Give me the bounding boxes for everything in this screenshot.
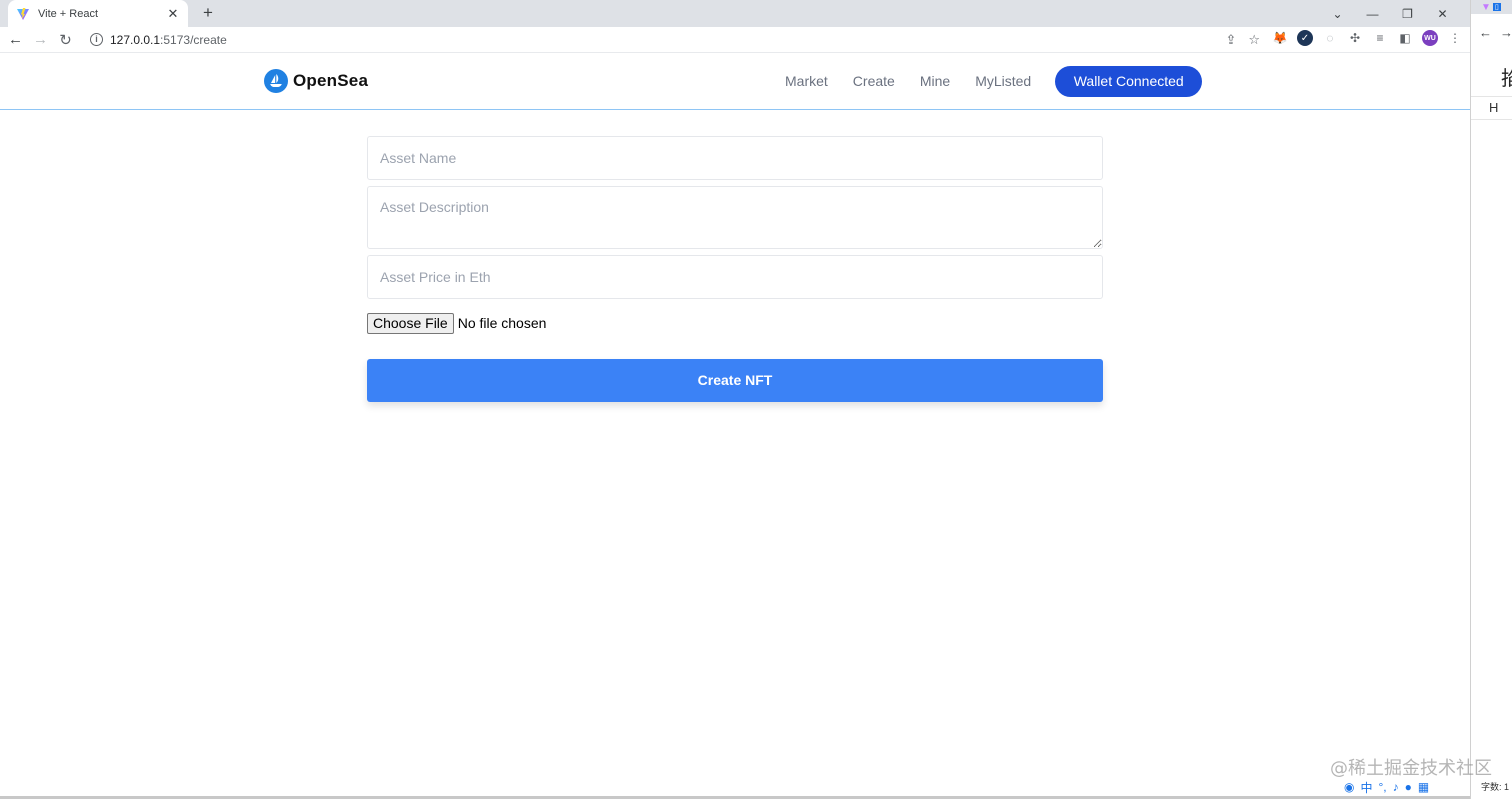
back-icon[interactable]: ← (3, 31, 28, 48)
nav-link-create[interactable]: Create (853, 66, 895, 97)
url-text: 127.0.0.1:5173/create (110, 33, 227, 47)
nav-links: Market Create Mine MyListed Wallet Conne… (785, 66, 1203, 97)
cat-extension-icon[interactable]: ◌ (1322, 30, 1338, 46)
close-window-icon[interactable]: ✕ (1425, 7, 1460, 21)
wallet-connected-button[interactable]: Wallet Connected (1055, 66, 1203, 97)
secondary-toolbar: ← → (1471, 14, 1512, 50)
profile-avatar[interactable]: WU (1422, 30, 1438, 46)
nav-link-mylisted[interactable]: MyListed (975, 66, 1031, 97)
metamask-icon[interactable]: 🦊 (1272, 30, 1288, 46)
address-bar[interactable]: i 127.0.0.1:5173/create ⇪ ☆ (80, 28, 1275, 51)
asset-price-input[interactable] (367, 255, 1103, 299)
omnibox-actions: ⇪ ☆ (1225, 32, 1260, 48)
secondary-vite-icon[interactable]: ▼ (1481, 2, 1491, 13)
tab-close-icon[interactable]: ✕ (166, 6, 180, 22)
file-upload-row: Choose File No file chosen (367, 312, 1103, 334)
secondary-forward-icon[interactable]: → (1500, 25, 1512, 40)
nav-link-market[interactable]: Market (785, 66, 828, 97)
extensions-area: 🦊 ✓ ◌ ✣ ≡ ◧ WU ⋮ (1272, 30, 1463, 46)
brand[interactable]: OpenSea (264, 69, 368, 93)
grid-icon[interactable]: ▦ (1418, 780, 1429, 794)
share-icon[interactable]: ⇪ (1225, 32, 1236, 48)
minimize-icon[interactable]: — (1355, 7, 1390, 21)
tab-search-icon[interactable]: ⌄ (1320, 7, 1355, 21)
reading-list-icon[interactable]: ≡ (1372, 30, 1388, 46)
user-icon[interactable]: ● (1405, 780, 1412, 794)
url-host: 127.0.0.1 (110, 32, 161, 47)
system-tray: ◉ 中 °, ♪ ● ▦ (1340, 777, 1434, 797)
window-controls: ⌄ — ❐ ✕ (1320, 0, 1460, 27)
microphone-icon[interactable]: ♪ (1393, 780, 1399, 794)
app-navbar: OpenSea Market Create Mine MyListed Wall… (0, 54, 1470, 110)
forward-icon[interactable]: → (28, 31, 53, 48)
side-panel-icon[interactable]: ◧ (1397, 30, 1413, 46)
site-info-icon[interactable]: i (90, 33, 103, 46)
create-nft-form: Choose File No file chosen Create NFT (367, 136, 1103, 402)
secondary-window: ▼ ▯ ← → 掐 H 字数: 1 (1470, 0, 1512, 799)
heading-toolbar-button[interactable]: H (1471, 96, 1512, 120)
reload-icon[interactable]: ↻ (53, 31, 78, 49)
file-status-text: No file chosen (457, 315, 547, 331)
vite-favicon-icon (16, 7, 30, 21)
browser-tab-strip: Vite + React ✕ + ⌄ — ❐ ✕ (0, 0, 1470, 27)
choose-file-button[interactable]: Choose File (367, 312, 454, 334)
tab-title: Vite + React (38, 7, 99, 20)
new-tab-button[interactable]: + (198, 3, 218, 23)
verified-extension-icon[interactable]: ✓ (1297, 30, 1313, 46)
url-path: :5173/create (160, 32, 227, 47)
secondary-badge-icon[interactable]: ▯ (1492, 3, 1501, 11)
secondary-page: 掐 H 字数: 1 (1471, 50, 1512, 799)
puzzle-extensions-icon[interactable]: ✣ (1347, 30, 1363, 46)
create-nft-button[interactable]: Create NFT (367, 359, 1103, 402)
asset-description-textarea[interactable] (367, 186, 1103, 249)
opensea-logo-icon (264, 69, 288, 93)
secondary-back-icon[interactable]: ← (1479, 25, 1492, 40)
menu-kebab-icon[interactable]: ⋮ (1447, 30, 1463, 46)
secondary-tab-strip: ▼ ▯ (1471, 0, 1512, 14)
word-count: 字数: 1 (1481, 782, 1510, 792)
chinese-input-icon[interactable]: 中 (1360, 779, 1372, 796)
ime-icon[interactable]: ◉ (1344, 780, 1354, 794)
asset-name-input[interactable] (367, 136, 1103, 180)
browser-toolbar: ← → ↻ i 127.0.0.1:5173/create ⇪ ☆ 🦊 ✓ ◌ … (0, 27, 1470, 53)
restore-icon[interactable]: ❐ (1390, 7, 1425, 21)
punctuation-icon[interactable]: °, (1379, 780, 1387, 794)
brand-name: OpenSea (293, 71, 369, 90)
bookmark-star-icon[interactable]: ☆ (1248, 32, 1260, 48)
secondary-page-heading: 掐 (1501, 68, 1512, 90)
nav-link-mine[interactable]: Mine (920, 66, 950, 97)
browser-tab[interactable]: Vite + React ✕ (8, 0, 188, 27)
